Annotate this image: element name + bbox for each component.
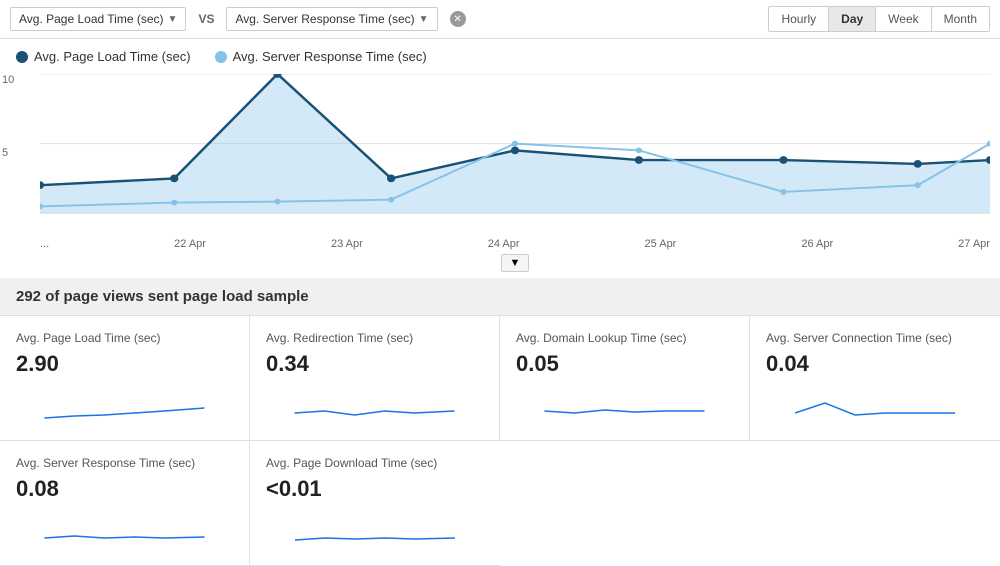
metric-value-pageload: 2.90: [16, 351, 233, 377]
legend-dot-serverresponse: [215, 51, 227, 63]
metric-selector: Avg. Page Load Time (sec) ▼ VS Avg. Serv…: [10, 7, 466, 31]
week-button[interactable]: Week: [876, 7, 931, 31]
day-button[interactable]: Day: [829, 7, 876, 31]
metric-card-serverconnection: Avg. Server Connection Time (sec) 0.04: [750, 316, 1000, 441]
x-label-25apr: 25 Apr: [645, 238, 677, 250]
metric-title-serverconnection: Avg. Server Connection Time (sec): [766, 330, 984, 347]
legend: Avg. Page Load Time (sec) Avg. Server Re…: [0, 39, 1000, 74]
y-axis-left: 10 5: [2, 74, 14, 219]
metric-card-domainlookup: Avg. Domain Lookup Time (sec) 0.05: [500, 316, 750, 441]
summary-bar: 292 of page views sent page load sample: [0, 278, 1000, 316]
metric-title-domainlookup: Avg. Domain Lookup Time (sec): [516, 330, 733, 347]
metric-title-serverresponse: Avg. Server Response Time (sec): [16, 455, 233, 472]
legend-item-pageload: Avg. Page Load Time (sec): [16, 49, 191, 64]
date-range-dropdown[interactable]: ▼: [501, 254, 530, 272]
month-button[interactable]: Month: [932, 7, 989, 31]
metric-value-pagedownload: <0.01: [266, 476, 484, 502]
toolbar: Avg. Page Load Time (sec) ▼ VS Avg. Serv…: [0, 0, 1000, 39]
x-label-22apr: 22 Apr: [174, 238, 206, 250]
mini-chart-domainlookup: [516, 383, 733, 423]
chevron-down-icon: ▼: [168, 14, 178, 25]
metrics-row2: Avg. Server Response Time (sec) 0.08 Avg…: [0, 441, 1000, 566]
chart-svg: [40, 74, 990, 219]
summary-text: 292 of page views sent page load sample: [16, 288, 309, 305]
hourly-button[interactable]: Hourly: [769, 7, 829, 31]
metric-title-redirection: Avg. Redirection Time (sec): [266, 330, 483, 347]
x-label-24apr: 24 Apr: [488, 238, 520, 250]
metric-card-redirection: Avg. Redirection Time (sec) 0.34: [250, 316, 500, 441]
metric-title-pagedownload: Avg. Page Download Time (sec): [266, 455, 484, 472]
metric-card-pageload: Avg. Page Load Time (sec) 2.90: [0, 316, 250, 441]
time-buttons: Hourly Day Week Month: [768, 6, 990, 32]
close-icon[interactable]: ✕: [450, 11, 466, 27]
x-label-26apr: 26 Apr: [801, 238, 833, 250]
legend-dot-pageload: [16, 51, 28, 63]
metric1-dropdown[interactable]: Avg. Page Load Time (sec) ▼: [10, 7, 186, 31]
metric-value-domainlookup: 0.05: [516, 351, 733, 377]
metric2-dropdown[interactable]: Avg. Server Response Time (sec) ▼: [226, 7, 437, 31]
x-dropdown-row: ▼: [0, 252, 1000, 278]
y-label-5: 5: [2, 147, 14, 159]
mini-chart-redirection: [266, 383, 483, 423]
metrics-grid: Avg. Page Load Time (sec) 2.90 Avg. Redi…: [0, 316, 1000, 441]
chevron-down-icon2: ▼: [419, 14, 429, 25]
metric-value-redirection: 0.34: [266, 351, 483, 377]
mini-chart-pagedownload: [266, 508, 484, 548]
x-label-23apr: 23 Apr: [331, 238, 363, 250]
x-label-dots: ...: [40, 238, 49, 250]
legend-label-serverresponse: Avg. Server Response Time (sec): [233, 49, 427, 64]
mini-chart-pageload: [16, 383, 233, 423]
metric-card-serverresponse: Avg. Server Response Time (sec) 0.08: [0, 441, 250, 566]
x-label-27apr: 27 Apr: [958, 238, 990, 250]
y-label-10: 10: [2, 74, 14, 86]
metric2-label: Avg. Server Response Time (sec): [235, 12, 414, 26]
metric-value-serverconnection: 0.04: [766, 351, 984, 377]
legend-label-pageload: Avg. Page Load Time (sec): [34, 49, 191, 64]
vs-label: VS: [198, 12, 214, 26]
metric-title-pageload: Avg. Page Load Time (sec): [16, 330, 233, 347]
metric1-label: Avg. Page Load Time (sec): [19, 12, 164, 26]
metric-card-pagedownload: Avg. Page Download Time (sec) <0.01: [250, 441, 500, 566]
x-axis-labels: ... 22 Apr 23 Apr 24 Apr 25 Apr 26 Apr 2…: [0, 234, 1000, 252]
legend-item-serverresponse: Avg. Server Response Time (sec): [215, 49, 427, 64]
mini-chart-serverconnection: [766, 383, 984, 423]
mini-chart-serverresponse: [16, 508, 233, 548]
metric-value-serverresponse: 0.08: [16, 476, 233, 502]
